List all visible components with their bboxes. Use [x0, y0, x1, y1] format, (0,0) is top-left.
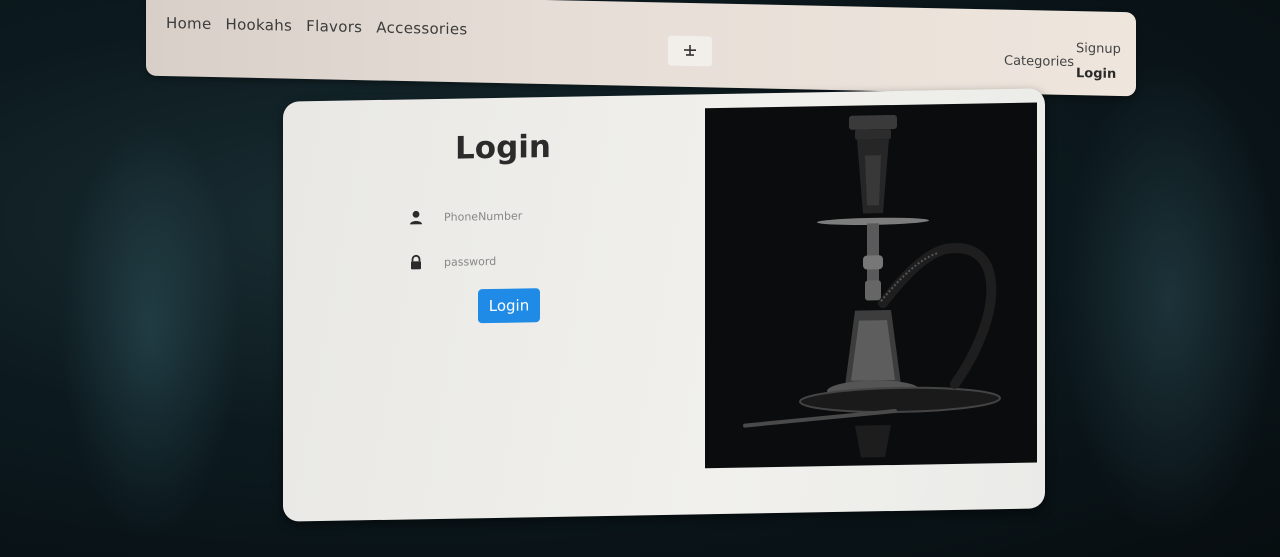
- lock-icon: [408, 254, 424, 270]
- page-title: Login: [455, 128, 551, 167]
- nav-link-categories[interactable]: Categories: [1004, 54, 1074, 70]
- password-field: [408, 247, 608, 274]
- signup-link[interactable]: Signup: [1076, 41, 1121, 57]
- password-input[interactable]: [442, 251, 596, 270]
- nav-link-home[interactable]: Home: [166, 14, 212, 33]
- nav-link-hookahs[interactable]: Hookahs: [226, 15, 293, 34]
- login-link[interactable]: Login: [1076, 66, 1121, 82]
- phone-number-input[interactable]: [442, 206, 596, 225]
- login-card: Login Login: [283, 88, 1045, 522]
- phone-field: [408, 202, 608, 229]
- login-submit-button[interactable]: Login: [478, 288, 540, 324]
- hookah-image: [705, 102, 1037, 469]
- top-navbar: Home Hookahs Flavors Accessories Categor…: [146, 0, 1136, 97]
- brand-logo[interactable]: [668, 35, 712, 67]
- user-icon: [408, 209, 424, 225]
- hookah-illustration: [743, 114, 1001, 458]
- hookah-logo-icon: [684, 45, 696, 56]
- nav-link-accessories[interactable]: Accessories: [376, 18, 467, 38]
- nav-link-flavors[interactable]: Flavors: [306, 17, 362, 36]
- background-glare-left: [60, 120, 240, 540]
- background-glare-right: [1060, 60, 1280, 540]
- auth-links: Signup Login: [1076, 41, 1121, 82]
- nav-links: Home Hookahs Flavors Accessories: [166, 14, 468, 38]
